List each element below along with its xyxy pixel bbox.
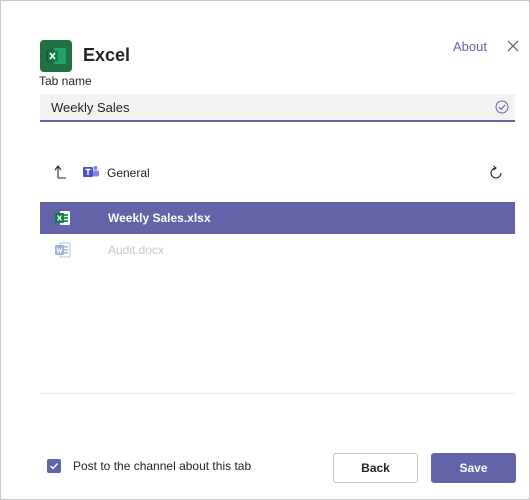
arrow-up-icon[interactable] (54, 164, 68, 180)
word-file-icon (55, 242, 71, 258)
about-link[interactable]: About (453, 39, 487, 54)
teams-icon (83, 165, 99, 179)
excel-file-icon (55, 210, 71, 226)
refresh-icon[interactable] (488, 165, 504, 181)
file-row-weekly-sales[interactable]: Weekly Sales.xlsx (40, 202, 515, 234)
save-button[interactable]: Save (431, 453, 516, 483)
post-to-channel-checkbox[interactable] (47, 459, 61, 473)
tab-name-input[interactable] (40, 94, 480, 120)
channel-name: General (107, 166, 150, 180)
excel-icon (40, 40, 72, 72)
close-icon[interactable] (505, 38, 521, 54)
tab-name-field (40, 94, 515, 122)
file-name: Weekly Sales.xlsx (108, 211, 211, 225)
checkmark-circle-icon (495, 100, 509, 114)
file-row-audit: Audit.docx (40, 234, 515, 266)
back-button[interactable]: Back (333, 453, 418, 483)
post-to-channel-label: Post to the channel about this tab (73, 459, 252, 473)
app-title: Excel (83, 45, 131, 65)
location-breadcrumb: General (40, 159, 515, 187)
excel-tab-config-dialog: Excel About Tab name Weekly Sales Genera… (0, 0, 530, 500)
footer-divider (40, 393, 515, 394)
file-name: Audit.docx (108, 243, 165, 257)
tab-name-label: Tab name (39, 74, 92, 88)
